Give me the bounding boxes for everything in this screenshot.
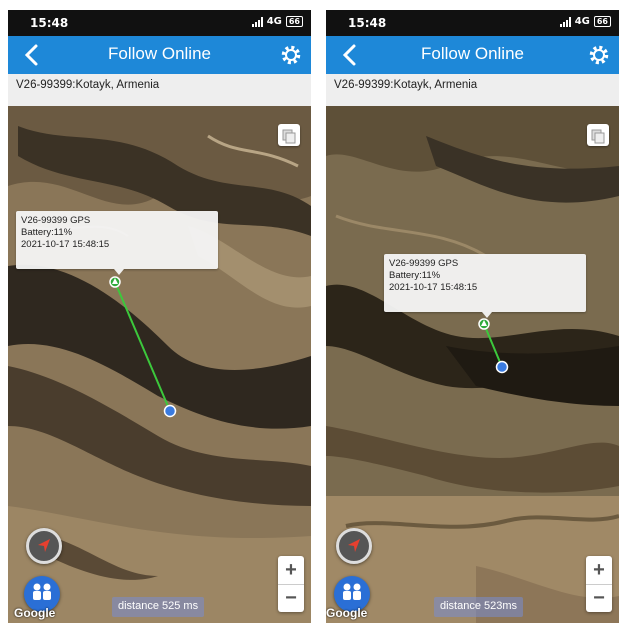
signal-icon: [251, 16, 263, 27]
zoom-out-button[interactable]: −: [278, 584, 304, 612]
gear-icon[interactable]: [587, 43, 611, 67]
status-time: 15:48: [348, 16, 387, 30]
page-title: Follow Online: [108, 44, 211, 63]
user-location-dot: [163, 404, 177, 418]
navigation-button[interactable]: [26, 528, 62, 564]
navigation-arrow-icon: [38, 539, 50, 552]
route-line: [114, 281, 171, 412]
page-title: Follow Online: [421, 44, 524, 63]
navigation-arrow-icon: [348, 539, 360, 552]
satellite-map[interactable]: V26-99399 GPS Battery:11% 2021-10-17 15:…: [8, 106, 311, 623]
zoom-in-button[interactable]: +: [278, 556, 304, 584]
signal-icon: [559, 16, 571, 27]
phone-screen-right: 15:48 4G 66 Follow Online V26-99399:Kota…: [326, 10, 619, 623]
device-marker[interactable]: [478, 318, 490, 330]
google-attribution: Google: [326, 606, 368, 620]
status-bar: 15:48 4G 66: [8, 10, 311, 36]
app-header: Follow Online: [326, 36, 619, 74]
navigation-button[interactable]: [336, 528, 372, 564]
zoom-controls: + −: [278, 556, 304, 612]
battery-icon: 66: [593, 16, 611, 27]
satellite-map[interactable]: V26-99399 GPS Battery:11% 2021-10-17 15:…: [326, 106, 619, 623]
status-time: 15:48: [30, 16, 69, 30]
google-attribution: Google: [14, 606, 56, 620]
distance-label: distance 525 ms: [112, 597, 205, 617]
app-header: Follow Online: [8, 36, 311, 74]
distance-label: distance 523ms: [434, 597, 524, 617]
user-location-dot: [495, 360, 509, 374]
status-bar: 15:48 4G 66: [326, 10, 619, 36]
zoom-out-button[interactable]: −: [586, 584, 612, 612]
zoom-controls: + −: [586, 556, 612, 612]
network-type: 4G: [266, 16, 282, 27]
phone-screen-left: 15:48 4G 66 Follow Online V26-99399:Kota…: [8, 10, 311, 623]
battery-icon: 66: [285, 16, 303, 27]
location-label: V26-99399:Kotayk, Armenia: [8, 74, 311, 106]
gear-icon[interactable]: [279, 43, 303, 67]
network-type: 4G: [574, 16, 590, 27]
route-line: [483, 323, 503, 368]
zoom-in-button[interactable]: +: [586, 556, 612, 584]
screenshot-pair: 15:48 4G 66 Follow Online V26-99399:Kota…: [0, 0, 619, 623]
device-marker[interactable]: [109, 276, 121, 288]
location-label: V26-99399:Kotayk, Armenia: [326, 74, 619, 106]
